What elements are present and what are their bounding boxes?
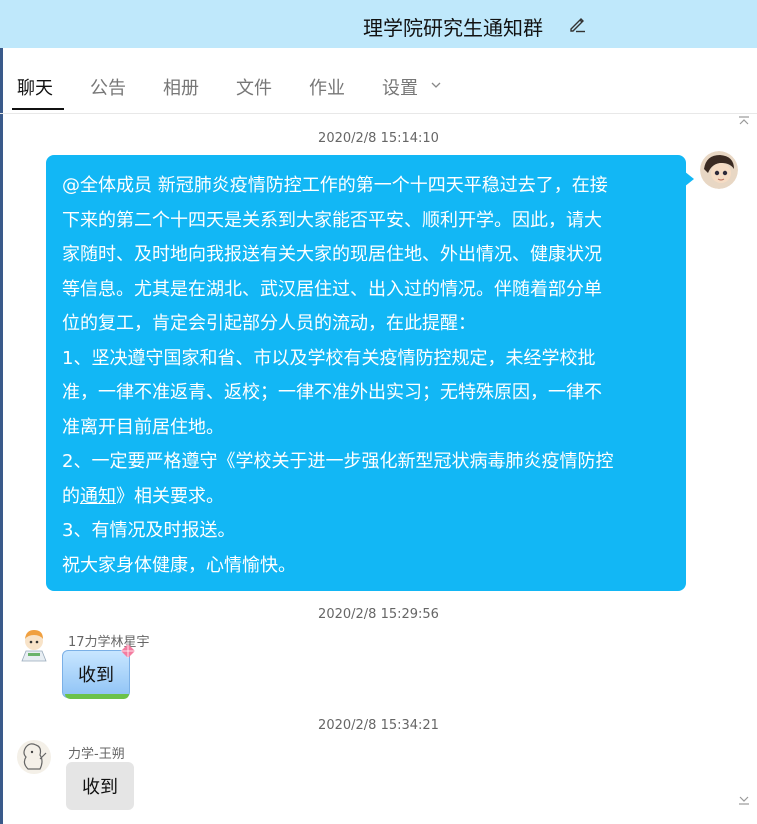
- sender-name: 17力学林星宇: [68, 635, 150, 650]
- message-line: 准离开目前居住地。: [62, 416, 224, 438]
- scroll-up-icon[interactable]: [738, 116, 750, 126]
- message-text: 收到: [82, 777, 118, 798]
- bubble-decoration: [65, 694, 129, 699]
- message-bubble[interactable]: 收到: [66, 762, 134, 810]
- message-time: 2020/2/8 15:34:21: [318, 718, 439, 733]
- message-line: 准，一律不准返青、返校；一律不准外出实习；无特殊原因，一律不: [62, 382, 602, 403]
- message-line: 2、一定要严格遵守《学校关于进一步强化新型冠状病毒肺炎疫情防控: [62, 451, 614, 472]
- scroll-down-icon[interactable]: [738, 795, 750, 805]
- message-list[interactable]: 2020/2/8 15:14:10 @全体成员 新冠肺炎疫情防控工作的第一个十四…: [0, 115, 757, 824]
- message-line: 的通知》相关要求。: [62, 480, 670, 515]
- message-line: 下来的第二个十四天是关系到大家能否平安、顺利开学。因此，请大: [62, 209, 602, 231]
- sender-name: 力学-王朔: [68, 747, 125, 762]
- message-line: 祝大家身体健康，心情愉快。: [62, 554, 296, 576]
- message-line: 3、有情况及时报送。: [62, 520, 236, 541]
- kite-icon: [121, 644, 135, 658]
- message-time: 2020/2/8 15:29:56: [318, 607, 439, 622]
- tab-files[interactable]: 文件: [236, 74, 272, 100]
- chat-window: 理学院研究生通知群 聊天 公告 相册 文件 作业 设置 2020/2/8 15:…: [0, 0, 757, 824]
- active-tab-indicator: [12, 108, 64, 110]
- avatar[interactable]: [16, 739, 52, 775]
- message-bubble[interactable]: 收到: [62, 644, 135, 699]
- message-text: 》相关要求。: [116, 485, 224, 507]
- avatar[interactable]: [16, 627, 52, 663]
- tab-settings[interactable]: 设置: [382, 74, 418, 100]
- title-bar: 理学院研究生通知群: [0, 0, 757, 48]
- message-line: @全体成员 新冠肺炎疫情防控工作的第一个十四天平稳过去了，在接: [62, 175, 608, 196]
- chevron-down-icon[interactable]: [430, 79, 442, 91]
- avatar[interactable]: [700, 151, 738, 189]
- message-bubble[interactable]: @全体成员 新冠肺炎疫情防控工作的第一个十四天平稳过去了，在接 下来的第二个十四…: [46, 155, 686, 591]
- edit-icon[interactable]: [568, 14, 588, 34]
- message-text: 的: [62, 485, 80, 507]
- tab-bar: 聊天 公告 相册 文件 作业 设置: [0, 48, 757, 114]
- message-text: 收到: [78, 665, 114, 686]
- notice-link[interactable]: 通知: [80, 486, 116, 507]
- message-line: 等信息。尤其是在湖北、武汉居住过、出入过的情况。伴随着部分单: [62, 278, 602, 300]
- tab-announcement[interactable]: 公告: [90, 74, 126, 100]
- message-line: 位的复工，肯定会引起部分人员的流动，在此提醒：: [62, 313, 476, 334]
- tab-album[interactable]: 相册: [163, 74, 199, 100]
- tab-chat[interactable]: 聊天: [17, 74, 53, 100]
- message-line: 1、坚决遵守国家和省、市以及学校有关疫情防控规定，未经学校批: [62, 347, 596, 369]
- group-title: 理学院研究生通知群: [363, 16, 543, 40]
- bubble-tail: [684, 171, 694, 187]
- message-line: 家随时、及时地向我报送有关大家的现居住地、外出情况、健康状况: [62, 244, 602, 265]
- message-time: 2020/2/8 15:14:10: [318, 131, 439, 146]
- tab-homework[interactable]: 作业: [309, 74, 345, 100]
